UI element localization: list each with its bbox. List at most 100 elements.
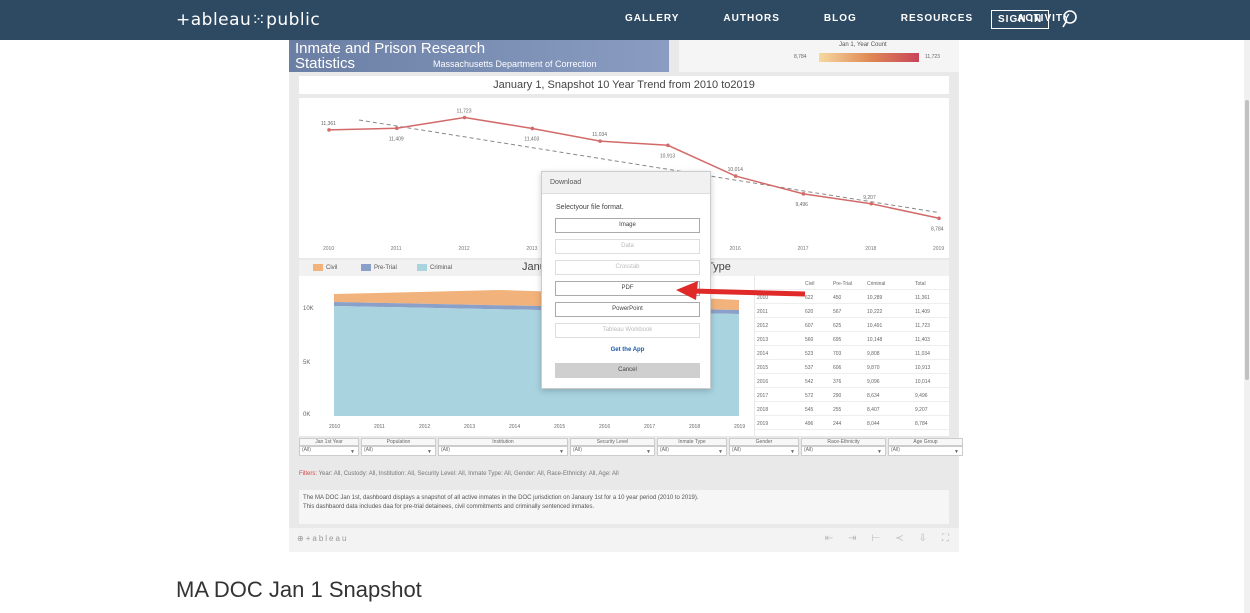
nav-blog[interactable]: BLOG: [824, 13, 857, 24]
top-navigation-bar: +ableau⁙public GALLERY AUTHORS BLOG RESO…: [0, 0, 1250, 40]
download-icon[interactable]: ⇩: [919, 533, 927, 544]
filter-label: Institution: [438, 438, 568, 446]
line-point: [733, 174, 738, 178]
dashboard-banner: Inmate and Prison Research Statistics Ma…: [289, 40, 669, 72]
table-cell: Criminal: [867, 281, 886, 287]
filter-institution[interactable]: Institution (All) ▼: [438, 438, 568, 460]
table-row: 2012 607 625 10,491 11,723: [755, 320, 949, 332]
line-data-label: 9,207: [863, 195, 876, 201]
table-cell: 572: [805, 393, 814, 399]
table-cell: 10,289: [867, 295, 883, 301]
color-legend-gradient: [819, 53, 919, 62]
filter-jan-1st-year[interactable]: Jan 1st Year (All) ▼: [299, 438, 359, 460]
undo-icon[interactable]: ⇤: [825, 533, 833, 544]
table-cell: 695: [833, 337, 842, 343]
color-legend: Jan 1, Year Count 8,784 11,723: [679, 40, 959, 72]
table-cell: 560: [805, 337, 814, 343]
fullscreen-icon[interactable]: ⛶: [942, 533, 949, 544]
table-cell: 8,634: [867, 393, 880, 399]
line-point: [530, 126, 535, 131]
table-cell: 10,148: [867, 337, 883, 343]
chevron-down-icon: ▼: [427, 449, 432, 455]
table-cell: 244: [833, 421, 842, 427]
page-title: MA DOC Jan 1 Snapshot: [176, 577, 422, 602]
table-cell: 545: [805, 407, 814, 413]
nav-authors[interactable]: AUTHORS: [723, 13, 779, 24]
filter-label: Population: [361, 438, 436, 446]
area-x-tick-label: 2019: [734, 424, 745, 430]
page-scrollbar[interactable]: [1244, 40, 1250, 613]
table-cell: 606: [833, 365, 842, 371]
line-point: [327, 128, 331, 132]
dialog-title: Download: [542, 172, 710, 194]
table-row: 2013 560 695 10,148 11,403: [755, 334, 949, 346]
legend-criminal[interactable]: Criminal: [417, 264, 452, 271]
line-data-label: 11,723: [457, 108, 472, 114]
table-cell: 10,913: [915, 365, 931, 371]
area-x-tick-label: 2018: [689, 424, 700, 430]
table-cell: 567: [833, 309, 842, 315]
filter-dropdown[interactable]: (All) ▼: [657, 446, 727, 456]
search-icon[interactable]: [1061, 8, 1081, 35]
scrollbar-thumb[interactable]: [1245, 100, 1249, 380]
share-icon[interactable]: ≺: [895, 533, 903, 544]
x-tick-label: 2018: [865, 246, 876, 252]
table-cell: 523: [805, 351, 814, 357]
filter-race-ethnicity[interactable]: Race-Ethnicity (All) ▼: [801, 438, 886, 460]
area-x-tick-label: 2015: [554, 424, 565, 430]
area-x-tick-label: 2012: [419, 424, 430, 430]
filter-dropdown[interactable]: (All) ▼: [570, 446, 655, 456]
filters-link[interactable]: Filters:: [299, 471, 317, 477]
x-tick-label: 2010: [323, 246, 334, 252]
trend-title: January 1, Snapshot 10 Year Trend from 2…: [299, 76, 949, 94]
filter-dropdown[interactable]: (All) ▼: [438, 446, 568, 456]
legend-civil[interactable]: Civil: [313, 264, 337, 271]
line-data-label: 9,496: [795, 202, 808, 208]
table-cell: 496: [805, 421, 814, 427]
filter-security-level[interactable]: Security Level (All) ▼: [570, 438, 655, 460]
table-row: 2019 496 244 8,044 8,784: [755, 418, 949, 430]
nav-resources[interactable]: RESOURCES: [901, 13, 973, 24]
filter-dropdown[interactable]: (All) ▼: [299, 446, 359, 456]
table-cell: 376: [833, 379, 842, 385]
line-point: [801, 192, 806, 196]
filter-dropdown[interactable]: (All) ▼: [729, 446, 799, 456]
filter-gender[interactable]: Gender (All) ▼: [729, 438, 799, 460]
revert-icon[interactable]: ⊢: [872, 533, 881, 544]
image-option-button[interactable]: Image: [555, 218, 700, 233]
table-cell: 9,808: [867, 351, 880, 357]
table-row: 2018 545 255 8,407 9,207: [755, 404, 949, 416]
area-ytick-0k: 0K: [303, 412, 310, 418]
filters-summary-text: Year: All, Custody: All, Institution: Al…: [318, 471, 619, 477]
filter-dropdown[interactable]: (All) ▼: [801, 446, 886, 456]
cancel-button[interactable]: Cancel: [555, 363, 700, 378]
filter-population[interactable]: Population (All) ▼: [361, 438, 436, 460]
filter-inmate-type[interactable]: Inmate Type (All) ▼: [657, 438, 727, 460]
area-ytick-10k: 10K: [303, 306, 314, 312]
area-x-tick-label: 2017: [644, 424, 655, 430]
table-row: 2014 523 703 9,808 11,034: [755, 348, 949, 360]
table-cell: Pre-Trial: [833, 281, 852, 287]
filter-dropdown[interactable]: (All) ▼: [888, 446, 963, 456]
line-data-label: 11,409: [389, 136, 404, 142]
table-cell: 2012: [757, 323, 769, 329]
table-cell: 255: [833, 407, 842, 413]
filter-bar: Jan 1st Year (All) ▼ Population (All) ▼ Instit…: [299, 438, 963, 460]
filter-dropdown[interactable]: (All) ▼: [361, 446, 436, 456]
x-tick-label: 2012: [459, 246, 470, 252]
tableau-public-logo[interactable]: +ableau⁙public: [176, 10, 320, 30]
legend-pretrial[interactable]: Pre-Trial: [361, 264, 397, 271]
table-cell: 703: [833, 351, 842, 357]
tableau-footer-logo[interactable]: ⊕+ableau: [297, 534, 348, 543]
filter-label: Jan 1st Year: [299, 438, 359, 446]
table-cell: 10,014: [915, 379, 931, 385]
line-data-label: 10,014: [728, 167, 744, 173]
banner-subtitle: Massachusetts Department of Correction: [433, 59, 597, 69]
nav-gallery[interactable]: GALLERY: [625, 13, 679, 24]
filter-age-group[interactable]: Age Group (All) ▼: [888, 438, 963, 460]
get-the-app-link[interactable]: Get the App: [555, 347, 700, 353]
redo-icon[interactable]: ⇥: [848, 533, 856, 544]
sign-in-button[interactable]: SIGN IN: [991, 10, 1050, 29]
line-point: [666, 143, 670, 148]
dialog-prompt: Selectyour file format.: [556, 204, 624, 211]
